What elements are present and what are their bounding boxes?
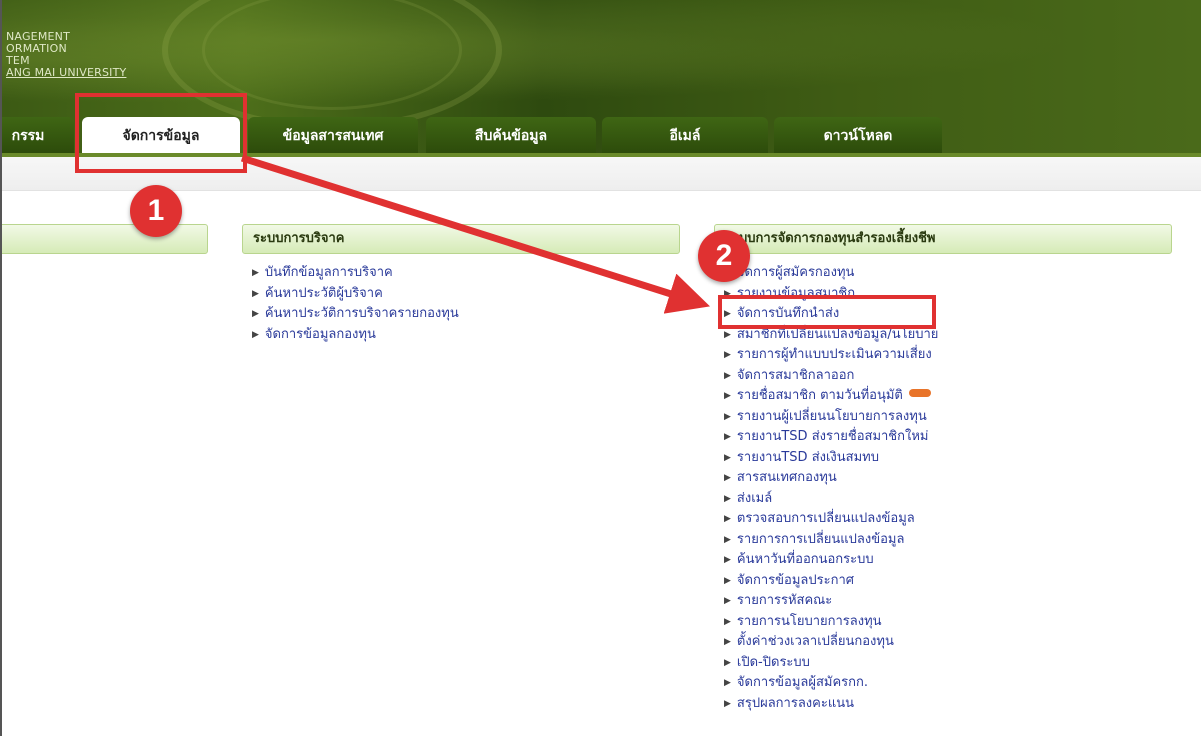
- highlight-box-menu-item: [718, 295, 936, 329]
- app-window: NAGEMENT ORMATION TEM ANG MAI UNIVERSITY…: [0, 0, 1201, 736]
- step-marker-1: 1: [130, 185, 182, 237]
- step-marker-2: 2: [698, 230, 750, 282]
- highlight-box-tab: [75, 93, 247, 173]
